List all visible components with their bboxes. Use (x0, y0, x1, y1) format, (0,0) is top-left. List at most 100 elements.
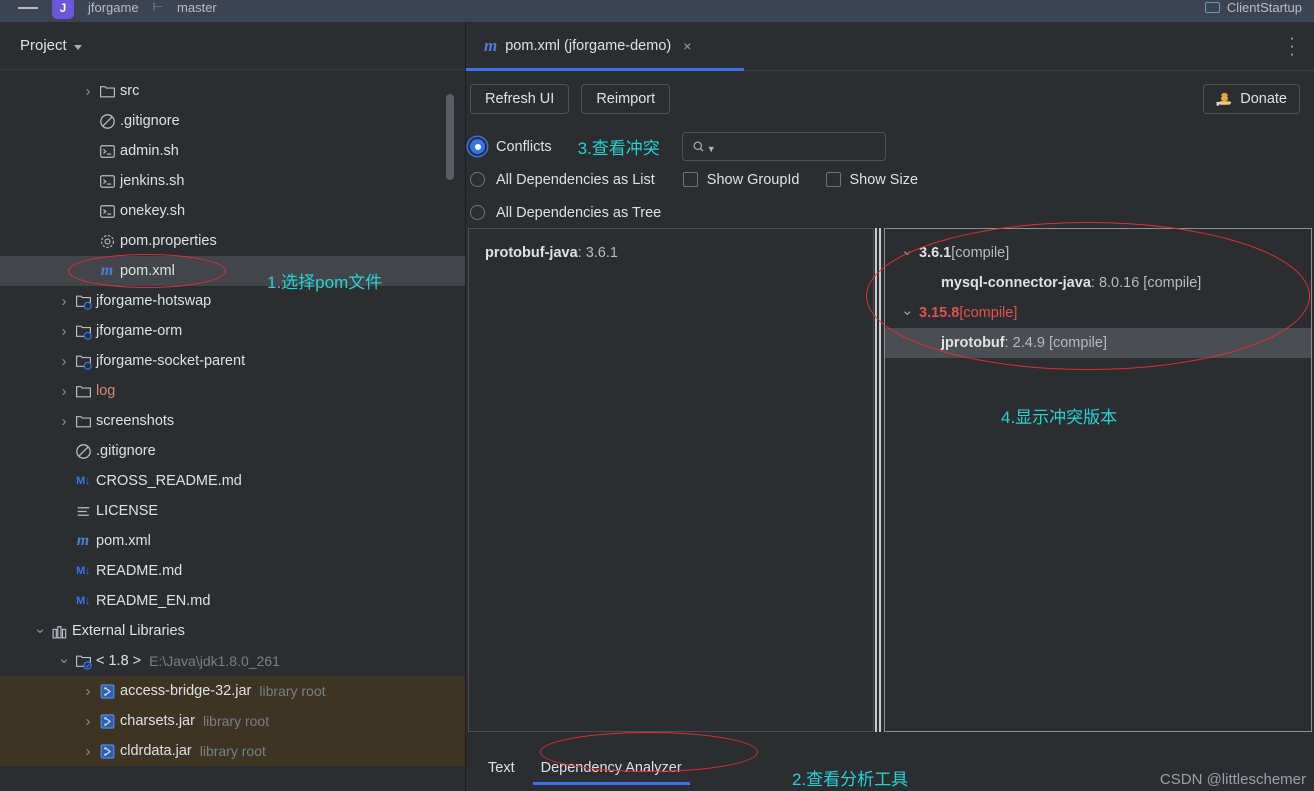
tree-row[interactable]: ›M↓README_EN.md (0, 586, 465, 616)
sidebar-scrollbar[interactable] (446, 94, 454, 180)
annotation-4: 4.显示冲突版本 (1001, 408, 1118, 427)
chevron-right-icon[interactable]: › (80, 713, 96, 730)
tree-row[interactable]: ›mpom.xml (0, 526, 465, 556)
more-options-icon[interactable]: · · · (1286, 29, 1298, 62)
chevron-right-icon[interactable]: › (56, 293, 72, 310)
tree-row[interactable]: ›.gitignore (0, 106, 465, 136)
tree-row[interactable]: ›admin.sh (0, 136, 465, 166)
tree-row[interactable]: ›LICENSE (0, 496, 465, 526)
bottom-tab-text[interactable]: Text (488, 760, 515, 785)
watermark-label: CSDN @littleschemer (1159, 771, 1306, 788)
option-row-list: All Dependencies as List Show GroupId Sh… (470, 163, 1314, 196)
dependency-list-item[interactable]: protobuf-java : 3.6.1 (469, 238, 873, 268)
tree-row[interactable]: ›M↓README.md (0, 556, 465, 586)
tree-row-sublabel: library root (199, 743, 266, 759)
tree-row-label: < 1.8 > (96, 653, 142, 669)
chevron-right-icon[interactable]: › (56, 323, 72, 340)
tree-row[interactable]: › access-bridge-32.jar library root (0, 676, 465, 706)
tree-row[interactable]: ›.gitignore (0, 436, 465, 466)
project-badge-icon[interactable]: J (52, 0, 74, 19)
titlebar-left: J jforgame ⊢ master (0, 0, 217, 19)
properties-icon (96, 233, 118, 250)
highlight-ellipse-analyzer (540, 732, 758, 772)
run-configuration-label[interactable]: ClientStartup (1227, 0, 1302, 15)
tree-row[interactable]: › jforgame-hotswap (0, 286, 465, 316)
editor-tab-pom-xml[interactable]: m pom.xml (jforgame-demo) × (466, 22, 744, 71)
donate-label: Donate (1240, 91, 1287, 107)
tree-row[interactable]: › log (0, 376, 465, 406)
chevron-right-icon[interactable]: › (80, 683, 96, 700)
folder-icon (72, 383, 94, 400)
ignore-icon (75, 443, 91, 459)
chevron-right-icon[interactable]: › (80, 743, 96, 760)
markdown-icon: M↓ (76, 595, 90, 607)
project-sidebar: Project ›src›.gitignore›admin.sh›jenkins… (0, 22, 466, 791)
sdk-icon (75, 655, 92, 670)
radio-all-dependencies-list[interactable] (470, 172, 485, 187)
tree-row[interactable]: › jforgame-socket-parent (0, 346, 465, 376)
folder-icon (99, 85, 115, 97)
tree-row-label: jforgame-hotswap (96, 293, 212, 309)
text-file-icon (77, 506, 89, 516)
page-title: Project (20, 37, 67, 54)
close-icon[interactable]: × (683, 38, 691, 54)
chevron-right-icon[interactable]: › (56, 383, 72, 400)
tree-row[interactable]: ›jenkins.sh (0, 166, 465, 196)
option-row-tree: All Dependencies as Tree (470, 196, 1314, 229)
libraries-icon (48, 623, 70, 640)
module-folder-icon (72, 353, 94, 370)
ignore-icon (72, 443, 94, 460)
tree-row[interactable]: ›onekey.sh (0, 196, 465, 226)
jar-icon (100, 743, 114, 759)
tree-row[interactable]: › screenshots (0, 406, 465, 436)
tree-row[interactable]: › jforgame-orm (0, 316, 465, 346)
checkbox-show-size[interactable] (825, 172, 841, 187)
chevron-right-icon[interactable]: › (56, 353, 72, 370)
project-panel-header[interactable]: Project (0, 22, 465, 70)
annotation-3: 3.查看冲突 (577, 139, 660, 158)
radio-all-dependencies-tree[interactable] (470, 205, 485, 220)
radio-conflicts[interactable] (470, 139, 485, 154)
chevron-down-icon[interactable]: ⌄ (56, 649, 72, 667)
chevron-down-icon[interactable]: ⌄ (32, 619, 48, 637)
tree-row[interactable]: › cldrdata.jar library root (0, 736, 465, 766)
folder-icon (75, 385, 91, 397)
chevron-right-icon[interactable]: › (56, 413, 72, 430)
checkbox-show-groupid[interactable] (682, 172, 698, 187)
titlebar-right: ClientStartup (1204, 0, 1314, 15)
branch-icon: ⊢ (152, 0, 164, 14)
project-tree[interactable]: ›src›.gitignore›admin.sh›jenkins.sh›onek… (0, 70, 465, 766)
donate-button[interactable]: Donate (1203, 84, 1300, 114)
dependency-list-left[interactable]: protobuf-java : 3.6.1 (468, 228, 874, 732)
refresh-ui-button[interactable]: Refresh UI (470, 84, 570, 114)
markdown-icon: M↓ (76, 565, 90, 577)
main-menu-icon[interactable] (18, 7, 38, 9)
reimport-button[interactable]: Reimport (581, 84, 671, 114)
donate-hand-icon (1216, 92, 1232, 106)
module-folder-icon (75, 295, 92, 310)
maven-icon: m (72, 532, 94, 550)
annotation-2: 2.查看分析工具 (792, 770, 909, 789)
chevron-right-icon[interactable]: › (80, 83, 96, 100)
chevron-down-icon[interactable]: ▼ (707, 144, 716, 154)
tree-row[interactable]: › src (0, 76, 465, 106)
tree-row-label: .gitignore (96, 443, 156, 459)
tree-row[interactable]: ⌄ External Libraries (0, 616, 465, 646)
tree-row-sublabel: library root (259, 683, 326, 699)
search-input[interactable]: ▼ (681, 132, 886, 161)
tree-row[interactable]: › charsets.jar library root (0, 706, 465, 736)
shell-icon (96, 173, 118, 190)
properties-icon (100, 234, 114, 248)
tree-row-label: screenshots (96, 413, 175, 429)
module-folder-icon (75, 355, 92, 370)
run-configuration-icon[interactable] (1204, 1, 1220, 13)
branch-label[interactable]: master (177, 0, 217, 15)
tree-row[interactable]: ›pom.properties (0, 226, 465, 256)
chevron-down-icon[interactable] (73, 44, 82, 50)
markdown-icon: M↓ (72, 595, 94, 607)
project-name-label[interactable]: jforgame (88, 0, 139, 15)
tree-row[interactable]: ⌄ < 1.8 > E:\Java\jdk1.8.0_261 (0, 646, 465, 676)
tree-row[interactable]: ›M↓CROSS_README.md (0, 466, 465, 496)
tree-row-label: pom.properties (120, 233, 217, 249)
highlight-ellipse-dep-tree (866, 222, 1310, 370)
